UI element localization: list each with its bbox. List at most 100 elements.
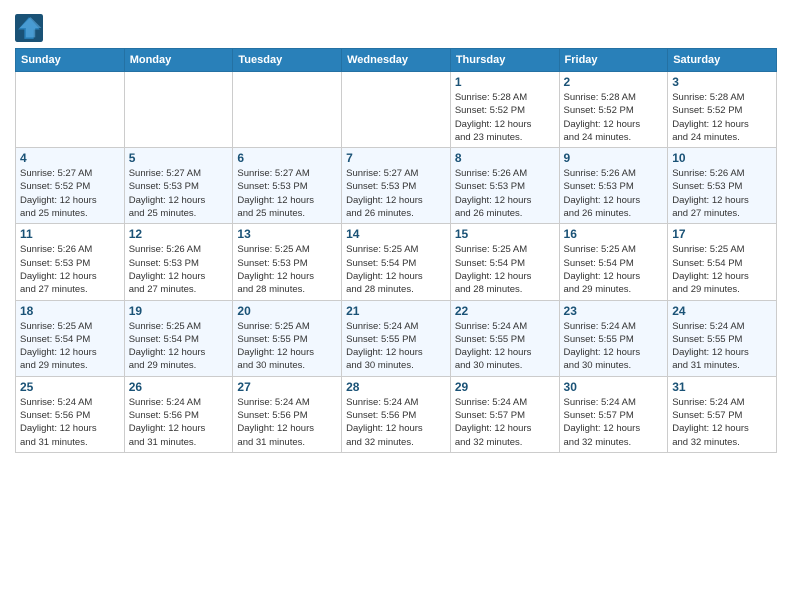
day-number: 20 — [237, 304, 337, 318]
day-info: Sunrise: 5:24 AM Sunset: 5:57 PM Dayligh… — [455, 396, 555, 449]
header-cell-tuesday: Tuesday — [233, 49, 342, 72]
day-info: Sunrise: 5:24 AM Sunset: 5:55 PM Dayligh… — [672, 320, 772, 373]
day-number: 12 — [129, 227, 229, 241]
day-info: Sunrise: 5:25 AM Sunset: 5:54 PM Dayligh… — [346, 243, 446, 296]
day-number: 24 — [672, 304, 772, 318]
day-info: Sunrise: 5:25 AM Sunset: 5:53 PM Dayligh… — [237, 243, 337, 296]
day-cell-10: 10Sunrise: 5:26 AM Sunset: 5:53 PM Dayli… — [668, 148, 777, 224]
day-cell-5: 5 Sunrise: 5:27 AM Sunset: 5:53 PM Daylig… — [124, 148, 233, 224]
logo — [15, 14, 47, 42]
day-number: 7 — [346, 151, 446, 165]
day-number: 5 — [129, 151, 229, 165]
logo-icon — [15, 14, 43, 42]
day-info: Sunrise: 5:24 AM Sunset: 5:57 PM Dayligh… — [564, 396, 664, 449]
day-cell-29: 29Sunrise: 5:24 AM Sunset: 5:57 PM Dayli… — [450, 376, 559, 452]
day-number: 3 — [672, 75, 772, 89]
day-cell-9: 9 Sunrise: 5:26 AM Sunset: 5:53 PM Daylig… — [559, 148, 668, 224]
day-number: 17 — [672, 227, 772, 241]
day-info: Sunrise: 5:26 AM Sunset: 5:53 PM Dayligh… — [20, 243, 120, 296]
day-cell-24: 24 Sunrise: 5:24 AM Sunset: 5:55 PM Dayli… — [668, 300, 777, 376]
empty-cell — [124, 72, 233, 148]
day-cell-3: 3Sunrise: 5:28 AM Sunset: 5:52 PM Daylig… — [668, 72, 777, 148]
day-number: 21 — [346, 304, 446, 318]
week-row-3: 11 Sunrise: 5:26 AM Sunset: 5:53 PM Dayli… — [16, 224, 777, 300]
calendar-body: 1 Sunrise: 5:28 AM Sunset: 5:52 PM Daylig… — [16, 72, 777, 453]
day-cell-27: 27Sunrise: 5:24 AM Sunset: 5:56 PM Dayli… — [233, 376, 342, 452]
day-number: 6 — [237, 151, 337, 165]
day-info: Sunrise: 5:26 AM Sunset: 5:53 PM Dayligh… — [129, 243, 229, 296]
day-info: Sunrise: 5:24 AM Sunset: 5:56 PM Dayligh… — [346, 396, 446, 449]
day-cell-7: 7 Sunrise: 5:27 AM Sunset: 5:53 PM Daylig… — [342, 148, 451, 224]
day-cell-13: 13Sunrise: 5:25 AM Sunset: 5:53 PM Dayli… — [233, 224, 342, 300]
day-number: 31 — [672, 380, 772, 394]
day-number: 15 — [455, 227, 555, 241]
day-cell-11: 11 Sunrise: 5:26 AM Sunset: 5:53 PM Dayli… — [16, 224, 125, 300]
day-info: Sunrise: 5:27 AM Sunset: 5:53 PM Dayligh… — [129, 167, 229, 220]
day-info: Sunrise: 5:24 AM Sunset: 5:56 PM Dayligh… — [237, 396, 337, 449]
header-row: SundayMondayTuesdayWednesdayThursdayFrid… — [16, 49, 777, 72]
header — [15, 10, 777, 42]
week-row-4: 18 Sunrise: 5:25 AM Sunset: 5:54 PM Dayli… — [16, 300, 777, 376]
day-number: 1 — [455, 75, 555, 89]
day-info: Sunrise: 5:24 AM Sunset: 5:56 PM Dayligh… — [20, 396, 120, 449]
day-cell-6: 6Sunrise: 5:27 AM Sunset: 5:53 PM Daylig… — [233, 148, 342, 224]
day-info: Sunrise: 5:24 AM Sunset: 5:57 PM Dayligh… — [672, 396, 772, 449]
day-info: Sunrise: 5:24 AM Sunset: 5:55 PM Dayligh… — [455, 320, 555, 373]
day-info: Sunrise: 5:25 AM Sunset: 5:55 PM Dayligh… — [237, 320, 337, 373]
header-cell-sunday: Sunday — [16, 49, 125, 72]
day-cell-18: 18 Sunrise: 5:25 AM Sunset: 5:54 PM Dayli… — [16, 300, 125, 376]
day-cell-8: 8Sunrise: 5:26 AM Sunset: 5:53 PM Daylig… — [450, 148, 559, 224]
day-cell-31: 31 Sunrise: 5:24 AM Sunset: 5:57 PM Dayli… — [668, 376, 777, 452]
day-info: Sunrise: 5:25 AM Sunset: 5:54 PM Dayligh… — [564, 243, 664, 296]
day-number: 18 — [20, 304, 120, 318]
day-number: 22 — [455, 304, 555, 318]
day-info: Sunrise: 5:25 AM Sunset: 5:54 PM Dayligh… — [129, 320, 229, 373]
day-cell-22: 22 Sunrise: 5:24 AM Sunset: 5:55 PM Dayli… — [450, 300, 559, 376]
day-cell-16: 16 Sunrise: 5:25 AM Sunset: 5:54 PM Dayli… — [559, 224, 668, 300]
day-info: Sunrise: 5:28 AM Sunset: 5:52 PM Dayligh… — [564, 91, 664, 144]
header-cell-thursday: Thursday — [450, 49, 559, 72]
day-cell-4: 4Sunrise: 5:27 AM Sunset: 5:52 PM Daylig… — [16, 148, 125, 224]
day-number: 28 — [346, 380, 446, 394]
header-cell-saturday: Saturday — [668, 49, 777, 72]
day-number: 30 — [564, 380, 664, 394]
day-info: Sunrise: 5:24 AM Sunset: 5:56 PM Dayligh… — [129, 396, 229, 449]
week-row-1: 1 Sunrise: 5:28 AM Sunset: 5:52 PM Daylig… — [16, 72, 777, 148]
empty-cell — [16, 72, 125, 148]
day-cell-17: 17 Sunrise: 5:25 AM Sunset: 5:54 PM Dayli… — [668, 224, 777, 300]
day-number: 2 — [564, 75, 664, 89]
day-number: 25 — [20, 380, 120, 394]
day-cell-28: 28 Sunrise: 5:24 AM Sunset: 5:56 PM Dayli… — [342, 376, 451, 452]
header-cell-wednesday: Wednesday — [342, 49, 451, 72]
day-number: 14 — [346, 227, 446, 241]
calendar-table: SundayMondayTuesdayWednesdayThursdayFrid… — [15, 48, 777, 453]
day-number: 16 — [564, 227, 664, 241]
day-cell-23: 23Sunrise: 5:24 AM Sunset: 5:55 PM Dayli… — [559, 300, 668, 376]
day-info: Sunrise: 5:25 AM Sunset: 5:54 PM Dayligh… — [20, 320, 120, 373]
calendar-header: SundayMondayTuesdayWednesdayThursdayFrid… — [16, 49, 777, 72]
day-cell-14: 14 Sunrise: 5:25 AM Sunset: 5:54 PM Dayli… — [342, 224, 451, 300]
week-row-5: 25 Sunrise: 5:24 AM Sunset: 5:56 PM Dayli… — [16, 376, 777, 452]
day-number: 9 — [564, 151, 664, 165]
day-info: Sunrise: 5:27 AM Sunset: 5:53 PM Dayligh… — [346, 167, 446, 220]
day-info: Sunrise: 5:26 AM Sunset: 5:53 PM Dayligh… — [455, 167, 555, 220]
day-info: Sunrise: 5:26 AM Sunset: 5:53 PM Dayligh… — [564, 167, 664, 220]
day-number: 23 — [564, 304, 664, 318]
week-row-2: 4Sunrise: 5:27 AM Sunset: 5:52 PM Daylig… — [16, 148, 777, 224]
day-info: Sunrise: 5:24 AM Sunset: 5:55 PM Dayligh… — [346, 320, 446, 373]
day-cell-19: 19 Sunrise: 5:25 AM Sunset: 5:54 PM Dayli… — [124, 300, 233, 376]
day-cell-2: 2 Sunrise: 5:28 AM Sunset: 5:52 PM Daylig… — [559, 72, 668, 148]
day-info: Sunrise: 5:28 AM Sunset: 5:52 PM Dayligh… — [455, 91, 555, 144]
empty-cell — [233, 72, 342, 148]
empty-cell — [342, 72, 451, 148]
day-number: 11 — [20, 227, 120, 241]
day-number: 19 — [129, 304, 229, 318]
day-number: 10 — [672, 151, 772, 165]
day-info: Sunrise: 5:25 AM Sunset: 5:54 PM Dayligh… — [672, 243, 772, 296]
header-cell-monday: Monday — [124, 49, 233, 72]
day-info: Sunrise: 5:25 AM Sunset: 5:54 PM Dayligh… — [455, 243, 555, 296]
day-info: Sunrise: 5:27 AM Sunset: 5:52 PM Dayligh… — [20, 167, 120, 220]
day-cell-15: 15 Sunrise: 5:25 AM Sunset: 5:54 PM Dayli… — [450, 224, 559, 300]
day-cell-20: 20 Sunrise: 5:25 AM Sunset: 5:55 PM Dayli… — [233, 300, 342, 376]
day-cell-21: 21 Sunrise: 5:24 AM Sunset: 5:55 PM Dayli… — [342, 300, 451, 376]
